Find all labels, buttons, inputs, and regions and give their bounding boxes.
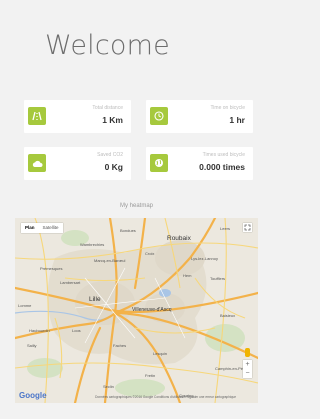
town-label: Lille — [89, 296, 101, 303]
town-label: Seclin — [103, 384, 114, 389]
town-label: Wambrechies — [80, 242, 105, 247]
town-label: Sailly — [27, 343, 37, 348]
town-label: Baisieux — [220, 313, 236, 318]
town-label: Prémesques — [40, 266, 63, 271]
fullscreen-button[interactable] — [243, 223, 252, 232]
town-label: Villeneuve-d'Ascq — [132, 307, 172, 313]
stat-value: 0.000 times — [199, 162, 245, 172]
town-label: Hem — [183, 273, 192, 278]
town-label: Faches — [113, 343, 127, 348]
page-title: Welcome — [45, 30, 170, 61]
stat-card-co2: Saved CO2 0 Kg — [24, 147, 131, 180]
stat-card-times: Times used bicycle 0.000 times — [146, 147, 253, 180]
clock-icon — [150, 107, 168, 125]
town-label: Haubourdin — [29, 328, 50, 333]
town-label: Leers — [220, 226, 231, 231]
globe-icon — [150, 154, 168, 172]
town-label: Roubaix — [167, 235, 191, 242]
town-label: Lambersart — [60, 280, 81, 285]
stat-value: 1 hr — [229, 115, 245, 125]
town-label: Toufflers — [210, 276, 226, 281]
stat-label: Saved CO2 — [97, 152, 123, 158]
town-label: Lesquin — [153, 351, 168, 356]
stat-card-distance: Total distance 1 Km — [24, 100, 131, 133]
road-icon — [28, 107, 46, 125]
tab-satellite[interactable]: Satellite — [39, 223, 63, 233]
town-label: Lys-lez-Lannoy — [191, 256, 218, 261]
town-label: Croix — [145, 251, 155, 256]
stat-value: 1 Km — [102, 115, 123, 125]
zoom-out-button[interactable]: − — [243, 369, 252, 378]
heatmap-title: My heatmap — [119, 203, 153, 209]
stat-card-time: Time on bicycle 1 hr — [146, 100, 253, 133]
map-attribution[interactable]: Données cartographiques ©2016 Google Con… — [95, 395, 236, 399]
map-type-toggle[interactable]: Plan Satellite — [21, 223, 63, 233]
stat-label: Times used bicycle — [202, 152, 245, 158]
stat-label: Time on bicycle — [210, 105, 245, 111]
street-view-pegman[interactable] — [245, 348, 250, 357]
cloud-icon — [28, 154, 46, 172]
town-label: Lomme — [18, 303, 32, 308]
town-label: Marcq-en-Barœul — [94, 258, 126, 263]
stat-label: Total distance — [92, 105, 123, 111]
zoom-control: + − — [243, 360, 252, 378]
fullscreen-icon — [244, 224, 251, 231]
town-label: Bondues — [120, 228, 136, 233]
tab-map[interactable]: Plan — [21, 223, 39, 233]
town-label: Fretin — [145, 373, 156, 378]
google-logo: Google — [19, 391, 47, 400]
zoom-in-button[interactable]: + — [243, 360, 252, 369]
heatmap-map[interactable]: Lille Roubaix Villeneuve-d'Ascq Marcq-en… — [15, 218, 258, 403]
town-label: Loos — [72, 328, 81, 333]
stat-value: 0 Kg — [104, 162, 123, 172]
